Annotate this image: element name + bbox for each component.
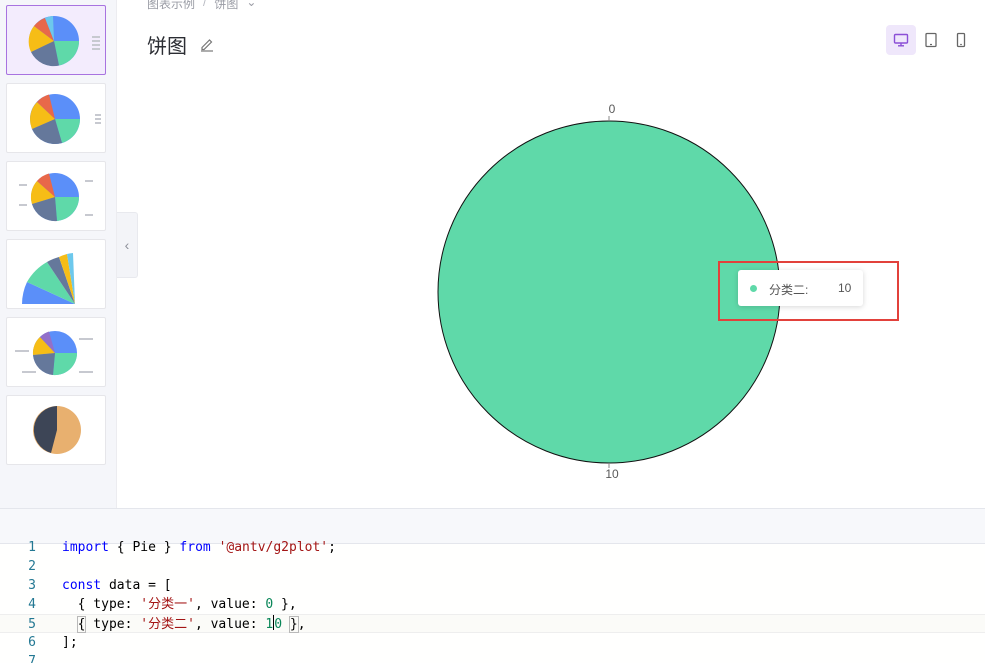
thumbnail-pie-outer-labels[interactable] — [6, 161, 106, 231]
page-title: 饼图 — [147, 34, 187, 58]
line-number: 6 — [28, 635, 36, 650]
code-text[interactable]: { type: '分类二', value: 10 }, — [62, 615, 306, 634]
tablet-icon — [925, 32, 937, 48]
chevron-down-icon[interactable]: ⌄ — [246, 0, 256, 12]
line-number: 2 — [28, 559, 36, 574]
breadcrumb-separator: / — [203, 0, 207, 9]
line-number: 7 — [28, 654, 36, 663]
line-number: 5 — [28, 617, 36, 632]
tablet-view-button[interactable] — [916, 25, 946, 55]
code-line[interactable]: 6]; — [0, 633, 985, 652]
line-number: 4 — [28, 597, 36, 612]
pie-value-label-2: 10 — [605, 467, 619, 481]
code-line[interactable]: 1 import { Pie } from '@antv/g2plot'; — [0, 538, 985, 557]
code-line[interactable]: 5 { type: '分类二', value: 10 }, — [0, 614, 985, 633]
code-line[interactable]: 7 — [0, 652, 985, 663]
desktop-view-button[interactable] — [886, 25, 916, 55]
code-text[interactable]: const data = [ — [62, 576, 172, 595]
mobile-view-button[interactable] — [946, 25, 976, 55]
code-editor[interactable]: 1 import { Pie } from '@antv/g2plot'; 2 3 co… — [0, 540, 985, 663]
code-text[interactable]: import { Pie } from '@antv/g2plot'; — [62, 538, 336, 557]
code-line[interactable]: 3 const data = [ — [0, 576, 985, 595]
thumbnail-pie-two-slices[interactable] — [6, 395, 106, 465]
breadcrumb: 图表示例 / 饼图 ⌄ — [147, 0, 256, 12]
code-line[interactable]: 2 — [0, 557, 985, 576]
edit-icon[interactable] — [199, 36, 215, 52]
thumbnail-pie-spider-labels[interactable] — [6, 317, 106, 387]
phone-icon — [956, 32, 966, 48]
code-text[interactable]: ]; — [62, 633, 78, 652]
thumbnail-pie-basic[interactable] — [6, 5, 106, 75]
code-text[interactable]: { type: '分类一', value: 0 }, — [62, 595, 297, 614]
pie-value-label-1: 0 — [609, 102, 616, 116]
thumbnail-rose-chart[interactable] — [6, 239, 106, 309]
monitor-icon — [893, 33, 909, 47]
highlight-annotation-box — [718, 261, 899, 321]
breadcrumb-root[interactable]: 图表示例 — [147, 0, 195, 12]
code-line[interactable]: 4 { type: '分类一', value: 0 }, — [0, 595, 985, 614]
line-number: 3 — [28, 578, 36, 593]
breadcrumb-current[interactable]: 饼图 — [214, 0, 238, 12]
thumbnail-sidebar — [0, 0, 117, 508]
thumbnail-pie-labels[interactable] — [6, 83, 106, 153]
line-number: 1 — [28, 540, 36, 555]
